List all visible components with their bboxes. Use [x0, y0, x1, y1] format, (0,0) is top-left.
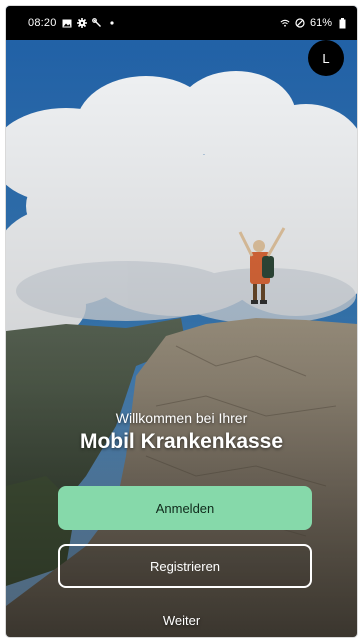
status-right: 61% [280, 17, 347, 29]
image-icon [62, 18, 72, 28]
hero-background-image [6, 6, 357, 637]
wrench-icon [91, 18, 102, 28]
battery-percent: 61% [309, 17, 332, 29]
user-avatar[interactable]: L [308, 40, 344, 76]
wifi-icon [280, 18, 290, 28]
battery-icon [337, 17, 347, 28]
app-screen: 08:20 61% L Willkommen bei Ihrer Mobil K… [6, 6, 357, 637]
gear-icon [76, 18, 87, 28]
welcome-greeting: Willkommen bei Ihrer [115, 410, 248, 426]
register-button-label: Registrieren [149, 558, 221, 574]
status-bar: 08:20 61% [6, 6, 357, 40]
status-time: 08:20 [28, 17, 57, 29]
login-button[interactable]: Anmelden [58, 486, 312, 530]
continue-link[interactable]: Weiter [6, 613, 357, 628]
status-left: 08:20 [28, 17, 117, 29]
brand-title: Mobil Krankenkasse [79, 430, 284, 453]
dot-icon [107, 18, 117, 28]
do-not-disturb-icon [295, 18, 305, 28]
avatar-initial: L [322, 50, 330, 66]
login-button-label: Anmelden [155, 500, 215, 516]
register-button[interactable]: Registrieren [58, 544, 312, 588]
